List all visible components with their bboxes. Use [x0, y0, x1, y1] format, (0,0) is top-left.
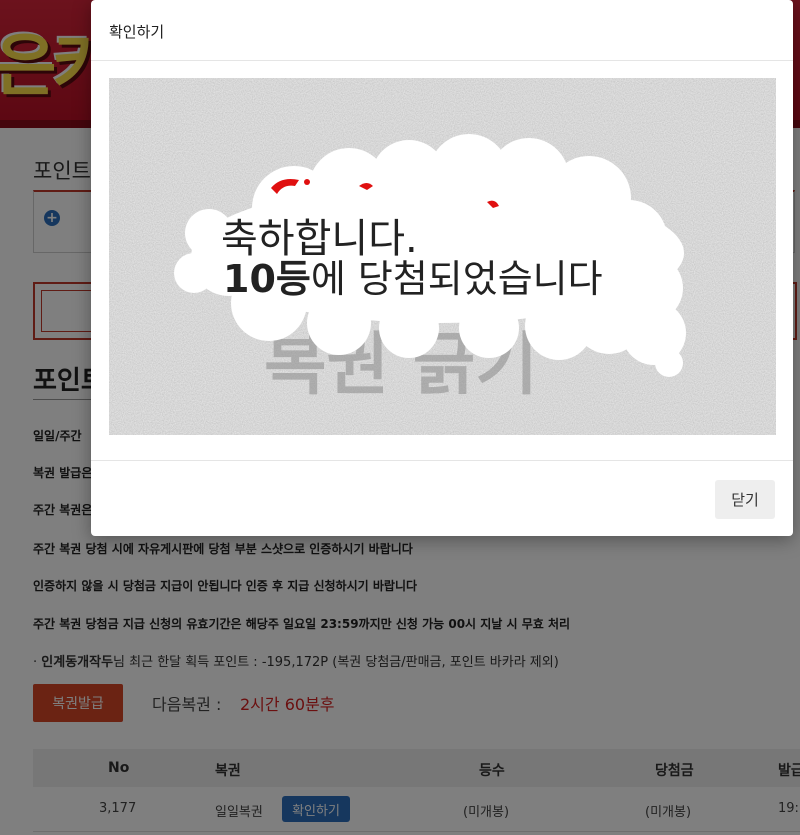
close-button[interactable]: 닫기 — [715, 480, 775, 519]
modal-header: 확인하기 — [91, 0, 793, 61]
modal-footer: 닫기 — [91, 460, 793, 537]
result-rest: 에 당첨되었습니다 — [311, 257, 603, 301]
scratch-card[interactable]: 복권 긁기 축하합니다. 10등에 당첨되었습니다 — [109, 78, 776, 435]
result-line: 10등에 당첨되었습니다 — [223, 257, 603, 301]
confirm-modal: 확인하기 복권 긁기 축하합니다. 10등에 당첨되었습니다 닫기 — [91, 0, 793, 536]
modal-body: 복권 긁기 축하합니다. 10등에 당첨되었습니다 — [91, 61, 793, 460]
result-rank: 10등 — [223, 257, 311, 301]
modal-title: 확인하기 — [109, 23, 165, 41]
result-congrats-text: 축하합니다. — [221, 216, 418, 262]
